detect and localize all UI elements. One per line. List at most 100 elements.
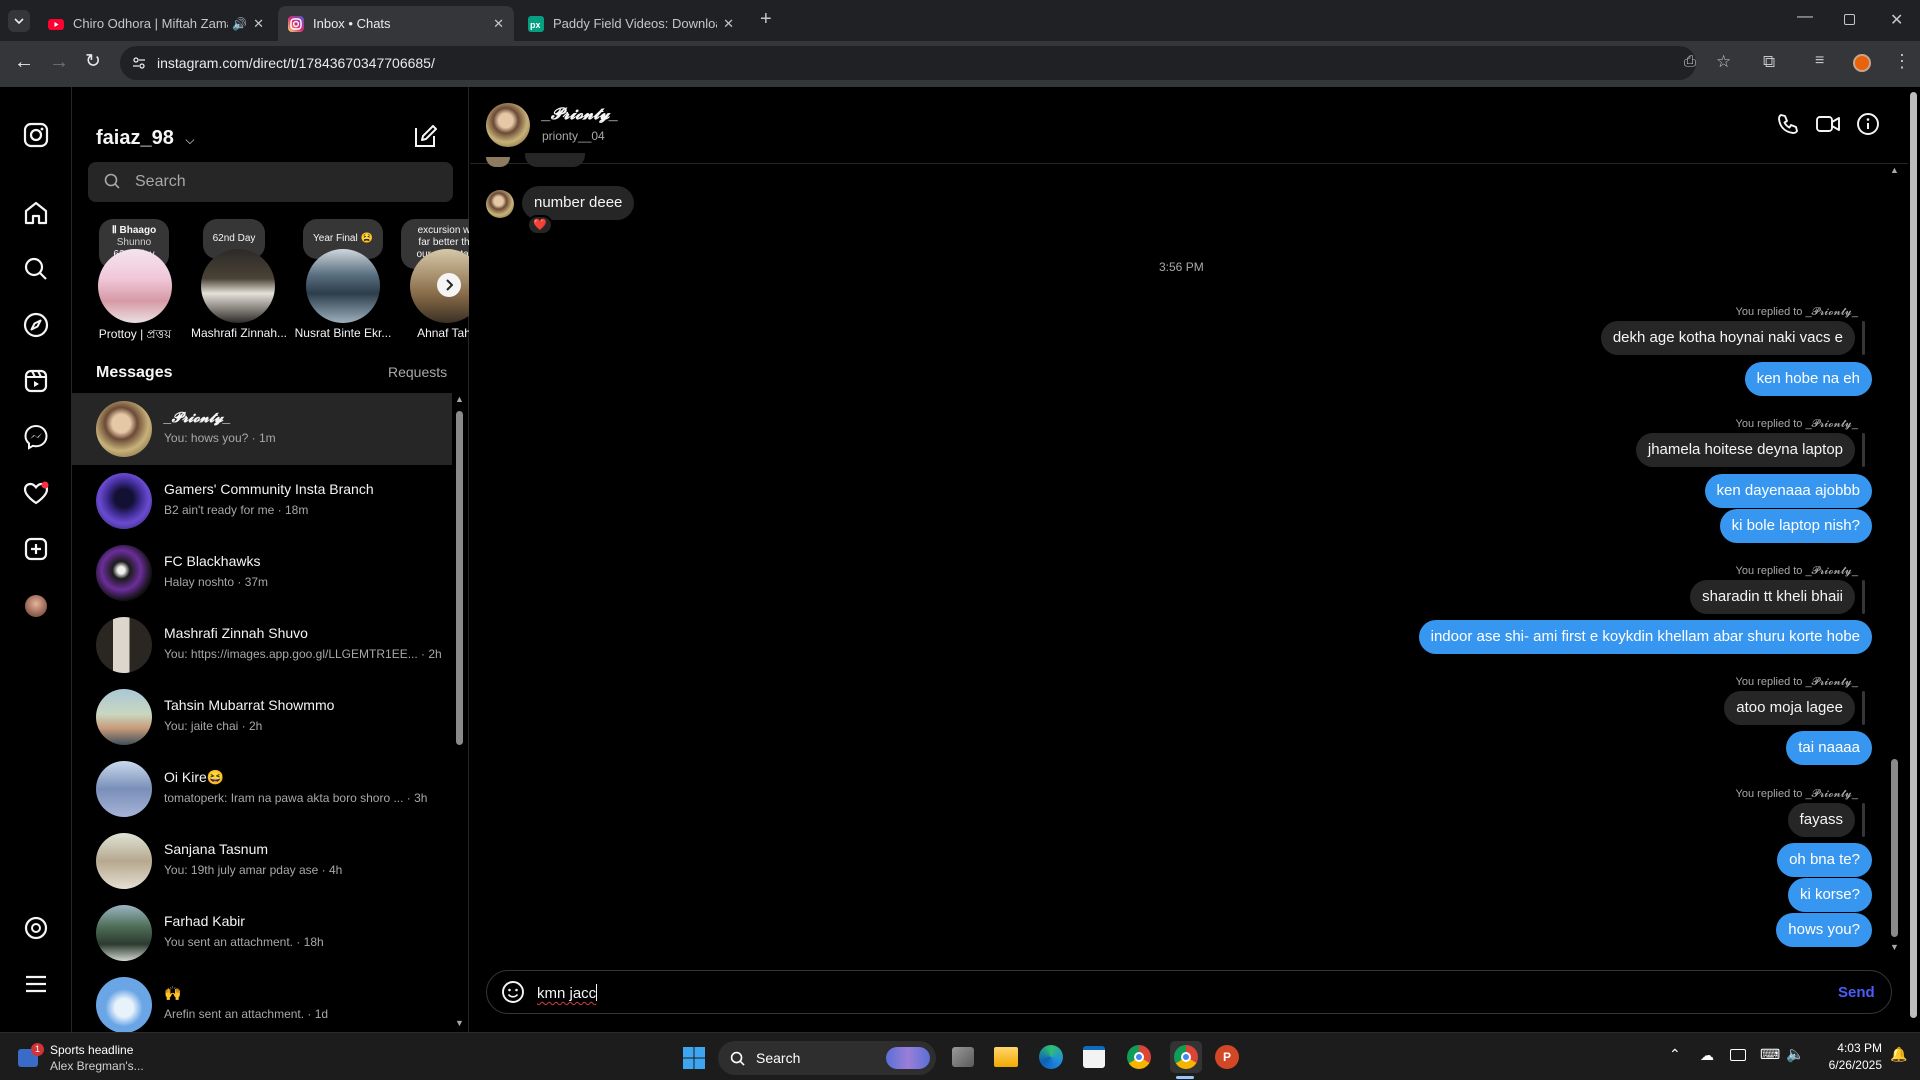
- instagram-logo-icon[interactable]: [22, 121, 50, 149]
- messenger-icon[interactable]: [22, 423, 50, 451]
- microsoft-store-icon[interactable]: [1083, 1046, 1105, 1068]
- conversation-item[interactable]: Gamers' Community Insta Branch B2 ain't …: [72, 465, 452, 537]
- powerpoint-icon[interactable]: P: [1215, 1045, 1239, 1069]
- volume-icon[interactable]: 🔈: [1786, 1045, 1805, 1063]
- new-message-icon[interactable]: [413, 123, 439, 149]
- message-composer[interactable]: [486, 970, 1892, 1014]
- scroll-down-arrow-icon[interactable]: ▼: [1890, 942, 1899, 952]
- explore-compass-icon[interactable]: [22, 311, 50, 339]
- note-line: excursion w: [417, 225, 469, 236]
- forward-arrow-icon[interactable]: →: [49, 51, 69, 74]
- back-arrow-icon[interactable]: ←: [14, 51, 34, 74]
- bookmark-star-icon[interactable]: ☆: [1716, 52, 1731, 72]
- browser-tab-bar: Chiro Odhora | Miftah Zaman 🔊 ✕ Inbox • …: [0, 0, 1920, 41]
- conversation-item[interactable]: _𝓟𝓻𝓲𝓸𝓷𝓽𝔂_ You: hows you? · 1m: [72, 393, 452, 465]
- sent-message[interactable]: ki korse?: [1787, 878, 1872, 912]
- extensions-icon[interactable]: ⧉: [1763, 52, 1775, 72]
- display-icon[interactable]: [1730, 1049, 1746, 1061]
- send-button[interactable]: Send: [1838, 984, 1875, 1001]
- tab-pexels[interactable]: px Paddy Field Videos: Download 3 ✕: [518, 6, 744, 41]
- file-explorer-icon[interactable]: [994, 1047, 1018, 1067]
- media-controls-icon[interactable]: ≡: [1815, 52, 1824, 70]
- page-scrollbar[interactable]: [1910, 92, 1917, 1018]
- profile-avatar[interactable]: [25, 595, 47, 617]
- news-widget[interactable]: 1 Sports headline Alex Bregman's...: [14, 1041, 164, 1075]
- scroll-up-arrow-icon[interactable]: ▲: [1890, 165, 1899, 175]
- inbox-scrollbar[interactable]: [456, 411, 463, 745]
- speaker-icon[interactable]: 🔊: [232, 17, 247, 31]
- show-hidden-icons-chevron-icon[interactable]: ⌃: [1669, 1046, 1681, 1063]
- sent-message[interactable]: tai naaaa: [1786, 731, 1872, 765]
- contact-name[interactable]: _𝓟𝓻𝓲𝓸𝓷𝓽𝔂_: [542, 106, 618, 124]
- tab-search-button[interactable]: [8, 10, 30, 32]
- network-icon[interactable]: ⌨: [1760, 1046, 1780, 1063]
- svg-text:px: px: [530, 20, 541, 30]
- quoted-message[interactable]: fayass: [1787, 803, 1855, 837]
- onedrive-icon[interactable]: ☁: [1700, 1047, 1714, 1064]
- edge-browser-icon[interactable]: [1039, 1045, 1063, 1069]
- conversation-item[interactable]: Mashrafi Zinnah Shuvo You: https://image…: [72, 609, 452, 681]
- threads-icon[interactable]: [22, 914, 50, 942]
- conversation-item[interactable]: 🙌 Arefin sent an attachment. · 1d: [72, 969, 452, 1032]
- home-icon[interactable]: [22, 199, 50, 227]
- conversation-item[interactable]: Sanjana Tasnum You: 19th july amar pday …: [72, 825, 452, 897]
- conversation-item[interactable]: FC Blackhawks Halay noshto · 37m: [72, 537, 452, 609]
- reload-icon[interactable]: ↻: [85, 50, 101, 73]
- minimize-icon[interactable]: —: [1797, 8, 1813, 26]
- windows-start-icon[interactable]: [682, 1046, 706, 1070]
- stories-next-button[interactable]: [437, 273, 461, 297]
- task-view-icon[interactable]: [952, 1047, 974, 1067]
- sent-message[interactable]: indoor ase shi- ami first e koykdin khel…: [1418, 620, 1872, 654]
- close-window-icon[interactable]: ✕: [1890, 10, 1903, 30]
- reaction-heart[interactable]: ❤️: [527, 215, 553, 235]
- clock-time[interactable]: 4:03 PM: [1827, 1041, 1882, 1055]
- clock-date[interactable]: 6/26/2025: [1815, 1058, 1882, 1072]
- search-icon[interactable]: [22, 255, 50, 283]
- avatar: [96, 977, 152, 1032]
- quoted-message[interactable]: atoo moja lagee: [1724, 691, 1855, 725]
- tab-youtube[interactable]: Chiro Odhora | Miftah Zaman 🔊 ✕: [38, 6, 274, 41]
- site-info-icon[interactable]: [132, 56, 146, 70]
- phone-call-icon[interactable]: [1776, 112, 1800, 136]
- notification-bell-icon[interactable]: 🔔: [1890, 1046, 1907, 1063]
- search-input[interactable]: Search: [135, 173, 186, 191]
- conversation-info-icon[interactable]: [1856, 112, 1880, 136]
- requests-link[interactable]: Requests: [388, 364, 447, 380]
- close-tab-icon[interactable]: ✕: [493, 16, 504, 32]
- emoji-picker-icon[interactable]: [501, 980, 525, 1004]
- contact-avatar[interactable]: [486, 103, 530, 147]
- scroll-up-arrow-icon[interactable]: ▲: [455, 394, 464, 404]
- username-switcher[interactable]: faiaz_98 ⌵: [96, 127, 195, 150]
- create-plus-icon[interactable]: [22, 535, 50, 563]
- taskbar-search[interactable]: Search: [718, 1041, 936, 1075]
- sent-message[interactable]: oh bna te?: [1777, 843, 1872, 877]
- message-input[interactable]: kmn jacc: [537, 984, 598, 1002]
- video-call-icon[interactable]: [1815, 112, 1841, 136]
- story-name: Ahnaf Tahm: [417, 326, 469, 340]
- tab-instagram[interactable]: Inbox • Chats ✕: [278, 6, 514, 41]
- notifications-heart-icon[interactable]: [22, 479, 50, 507]
- new-tab-icon[interactable]: +: [760, 8, 772, 31]
- profile-avatar[interactable]: [1853, 54, 1871, 72]
- sent-message[interactable]: ken hobe na eh: [1744, 362, 1872, 396]
- reels-icon[interactable]: [22, 367, 50, 395]
- quoted-message[interactable]: dekh age kotha hoynai naki vacs e: [1600, 321, 1855, 355]
- scroll-down-arrow-icon[interactable]: ▼: [455, 1018, 464, 1028]
- more-menu-icon[interactable]: [22, 970, 50, 998]
- browser-menu-icon[interactable]: ⋮: [1893, 51, 1911, 72]
- quoted-message[interactable]: sharadin tt kheli bhaii: [1690, 580, 1855, 614]
- close-tab-icon[interactable]: ✕: [723, 16, 734, 32]
- quoted-message[interactable]: jhamela hoitese deyna laptop: [1635, 433, 1855, 467]
- conversation-item[interactable]: Oi Kire😆 tomatoperk: Iram na pawa akta b…: [72, 753, 452, 825]
- restore-icon[interactable]: [1844, 14, 1855, 25]
- conversation-item[interactable]: Tahsin Mubarrat Showmmo You: jaite chai …: [72, 681, 452, 753]
- chat-scrollbar[interactable]: [1891, 759, 1898, 937]
- chrome-profile-icon[interactable]: [1170, 1041, 1202, 1073]
- close-tab-icon[interactable]: ✕: [253, 16, 264, 32]
- install-app-icon[interactable]: ⎙: [1684, 53, 1696, 70]
- chrome-icon[interactable]: [1127, 1045, 1151, 1069]
- sent-message[interactable]: ken dayenaaa ajobbb: [1704, 474, 1872, 508]
- sent-message[interactable]: hows you?: [1776, 913, 1872, 947]
- sent-message[interactable]: ki bole laptop nish?: [1719, 509, 1872, 543]
- conversation-item[interactable]: Farhad Kabir You sent an attachment. · 1…: [72, 897, 452, 969]
